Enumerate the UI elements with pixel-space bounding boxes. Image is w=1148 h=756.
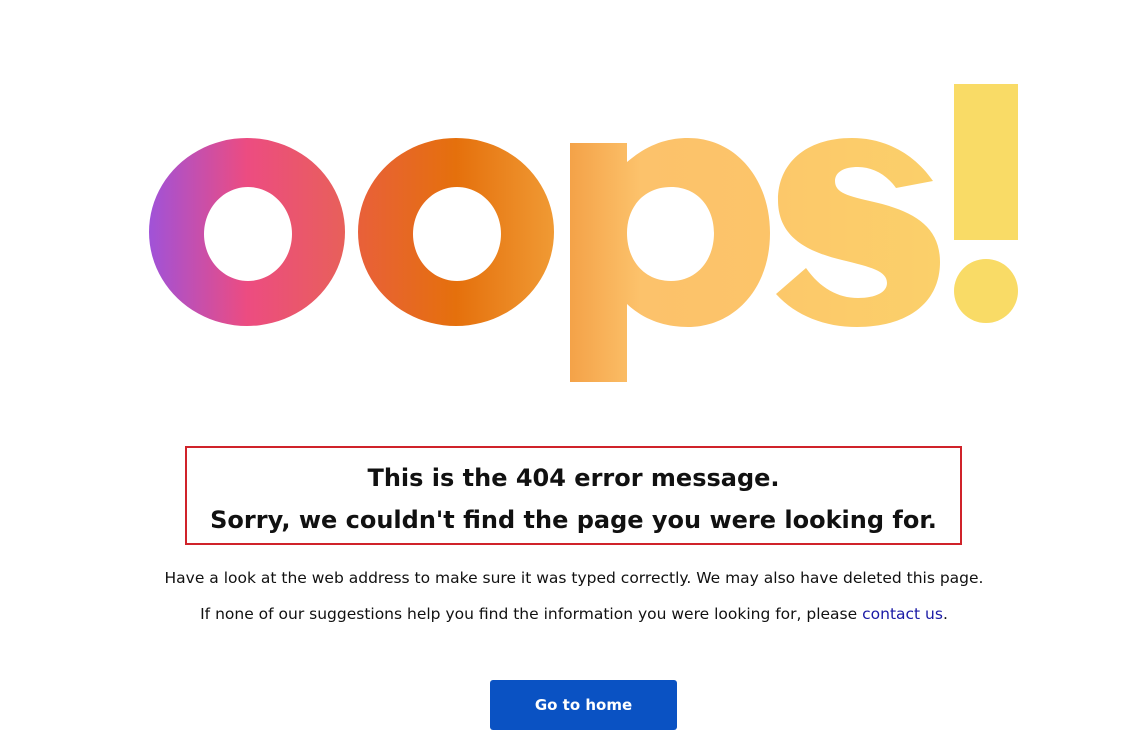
exclamation-dot xyxy=(954,259,1018,323)
error-message-box: This is the 404 error message. Sorry, we… xyxy=(185,446,962,545)
letter-s xyxy=(776,138,940,327)
oops-headline-illustration xyxy=(149,84,1018,382)
oops-hero-graphic xyxy=(0,0,1148,420)
exclamation-bar xyxy=(954,84,1018,240)
address-check-text: Have a look at the web address to make s… xyxy=(164,569,984,587)
contact-suggestion-suffix: . xyxy=(942,605,948,623)
contact-us-link[interactable]: contact us xyxy=(862,605,943,623)
error-subtitle: Sorry, we couldn't find the page you wer… xyxy=(210,506,937,534)
contact-suggestion-prefix: If none of our suggestions help you find… xyxy=(200,605,863,623)
letter-o-first xyxy=(149,138,346,326)
go-to-home-button[interactable]: Go to home xyxy=(490,680,677,730)
letter-p xyxy=(570,138,770,382)
letter-o-second xyxy=(358,138,555,326)
contact-suggestion-text: If none of our suggestions help you find… xyxy=(0,604,1148,624)
error-title: This is the 404 error message. xyxy=(367,464,780,492)
